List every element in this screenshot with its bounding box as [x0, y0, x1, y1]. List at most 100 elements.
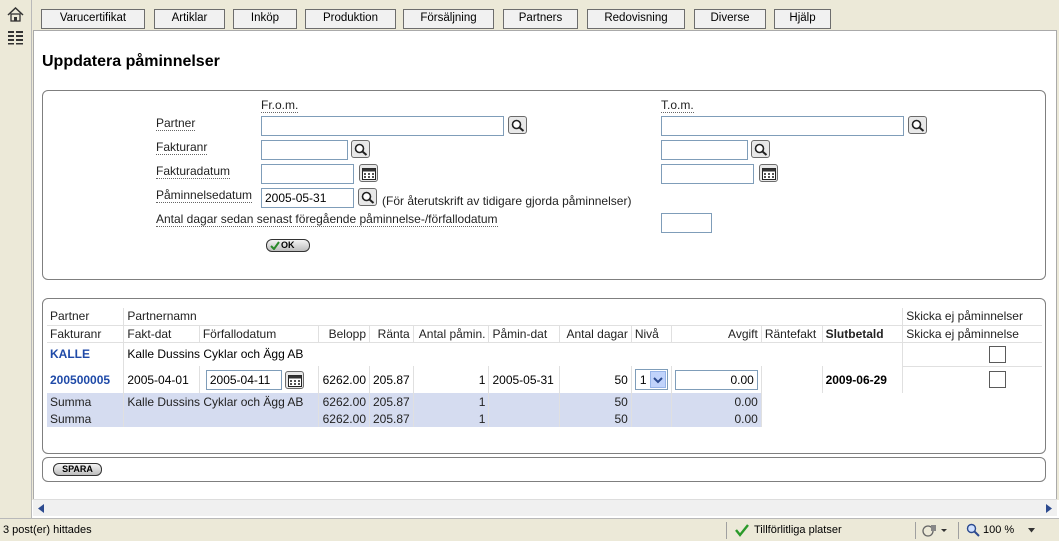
sum-label: Summa — [47, 393, 124, 410]
tab-redovisning[interactable]: Redovisning — [587, 9, 685, 29]
col-forfallodatum: Förfallodatum — [198, 325, 319, 343]
partner-to-input[interactable] — [661, 116, 904, 136]
menu-list-icon[interactable] — [7, 30, 24, 45]
antal-dagar-label: Antal dagar sedan senast föregående påmi… — [156, 212, 498, 227]
sum-ranta: 205.87 — [369, 393, 414, 410]
partner-to-search-button[interactable] — [908, 116, 927, 134]
fakturadatum-from-calendar-button[interactable] — [359, 164, 378, 182]
col-skicka-ej-paminnelse: Skicka ej påminnelse — [902, 325, 1042, 343]
chevron-down-icon — [649, 371, 666, 388]
sum-row-total: Summa 6262.00 205.87 1 50 0.00 — [47, 410, 1042, 427]
partner-from-search-button[interactable] — [508, 116, 527, 134]
partner-label: Partner — [156, 116, 196, 131]
sum-partner-name: Kalle Dussins Cyklar och Ägg AB — [123, 393, 319, 410]
sum-antal-dagar: 50 — [559, 393, 632, 410]
forfallodatum-calendar-button[interactable] — [285, 370, 305, 389]
fakturanr-to-input[interactable] — [661, 140, 748, 160]
tab-inkop[interactable]: Inköp — [233, 9, 297, 29]
total-belopp: 6262.00 — [318, 410, 370, 427]
fakturadatum-to-calendar-button[interactable] — [759, 164, 778, 182]
col-partner: Partner — [47, 308, 124, 326]
fakturanr-link[interactable]: 200500005 — [47, 366, 124, 393]
antal-pamin-cell: 1 — [412, 366, 489, 393]
tab-produktion[interactable]: Produktion — [305, 9, 396, 29]
paminnelsedatum-input[interactable] — [261, 188, 354, 208]
belopp-cell: 6262.00 — [318, 366, 370, 393]
col-niva: Nivå — [630, 325, 672, 343]
protected-mode-icon[interactable] — [922, 523, 948, 537]
search-icon — [911, 119, 925, 132]
scroll-left-icon[interactable] — [37, 504, 45, 513]
niva-value: 1 — [639, 373, 647, 387]
avgift-input[interactable] — [674, 369, 758, 390]
scroll-right-icon[interactable] — [1045, 504, 1053, 513]
skicka-ej-invoice-checkbox[interactable] — [989, 371, 1007, 389]
antal-dagar-input[interactable] — [661, 213, 712, 233]
tab-diverse[interactable]: Diverse — [694, 9, 766, 29]
col-antal-dagar: Antal dagar — [559, 325, 632, 343]
faktdat-cell: 2005-04-01 — [123, 366, 200, 393]
col-skicka-ej-paminnelser: Skicka ej påminnelser — [902, 308, 1042, 326]
partner-name: Kalle Dussins Cyklar och Ägg AB — [123, 342, 903, 366]
status-text: 3 post(er) hittades — [3, 524, 92, 536]
save-panel — [42, 457, 1046, 482]
calendar-icon — [288, 374, 303, 387]
paminnelsedatum-search-button[interactable] — [358, 188, 377, 206]
spara-button[interactable]: SPARA — [53, 463, 102, 476]
from-label: Fr.o.m. — [261, 98, 299, 113]
tab-hjalp[interactable]: Hjälp — [774, 9, 831, 29]
ok-button-label: OK — [281, 240, 295, 250]
ok-button[interactable]: OK — [266, 239, 310, 252]
trusted-check-icon — [735, 524, 749, 537]
col-belopp: Belopp — [318, 325, 370, 343]
fakturanr-from-input[interactable] — [261, 140, 348, 160]
col-antal-pamin: Antal påmin. — [412, 325, 489, 343]
partner-row: KALLE Kalle Dussins Cyklar och Ägg AB — [47, 342, 1042, 367]
tab-forsaljning[interactable]: Försäljning — [403, 9, 494, 29]
total-label: Summa — [47, 410, 124, 427]
horizontal-scrollbar[interactable] — [33, 499, 1057, 516]
rantefakt-cell — [760, 366, 823, 393]
skicka-ej-partner-checkbox[interactable] — [989, 345, 1007, 363]
status-bar: 3 post(er) hittades Tillförlitliga plats… — [0, 518, 1059, 541]
col-pamin-dat: Påmin-dat — [488, 325, 560, 343]
tab-varucertifikat[interactable]: Varucertifikat — [41, 9, 145, 29]
col-slutbetald: Slutbetald — [821, 325, 903, 343]
paminnelsedatum-note: (För återutskrift av tidigare gjorda påm… — [382, 194, 632, 208]
search-icon — [354, 143, 368, 156]
tab-artiklar[interactable]: Artiklar — [154, 9, 225, 29]
col-fakturanr: Fakturanr — [47, 325, 124, 343]
fakturanr-to-search-button[interactable] — [751, 140, 770, 158]
zoom-icon[interactable] — [966, 523, 980, 537]
niva-select[interactable]: 1 — [634, 369, 668, 390]
invoice-row: 200500005 2005-04-01 6262.00 205.87 1 20… — [47, 366, 1042, 393]
forfallodatum-input[interactable] — [205, 369, 282, 390]
search-icon — [511, 119, 525, 132]
total-avgift: 0.00 — [670, 410, 762, 427]
total-antal-dagar: 50 — [559, 410, 632, 427]
fakturadatum-from-input[interactable] — [261, 164, 354, 184]
total-ranta: 205.87 — [369, 410, 414, 427]
calendar-icon — [762, 168, 776, 180]
antal-dagar-cell: 50 — [559, 366, 632, 393]
col-rantefakt: Räntefakt — [760, 325, 823, 343]
pamin-dat-cell: 2005-05-31 — [488, 366, 560, 393]
reminders-table: Partner Partnernamn Skicka ej påminnelse… — [47, 308, 1042, 427]
search-icon — [361, 191, 375, 204]
total-antal-pamin: 1 — [412, 410, 489, 427]
zoom-dropdown-icon[interactable] — [1028, 528, 1035, 533]
home-icon[interactable] — [7, 6, 24, 22]
table-header-row-2: Fakturanr Fakt-dat Förfallodatum Belopp … — [47, 325, 1042, 343]
search-icon — [754, 143, 768, 156]
ranta-cell: 205.87 — [369, 366, 414, 393]
partner-link[interactable]: KALLE — [47, 342, 124, 366]
left-toolbar — [0, 0, 32, 518]
tab-partners[interactable]: Partners — [503, 9, 578, 29]
zoom-level[interactable]: 100 % — [983, 524, 1014, 536]
col-ranta: Ränta — [369, 325, 414, 343]
total-name — [123, 410, 319, 427]
partner-from-input[interactable] — [261, 116, 504, 136]
fakturanr-from-search-button[interactable] — [351, 140, 370, 158]
fakturadatum-to-input[interactable] — [661, 164, 754, 184]
col-partnernamn: Partnernamn — [123, 308, 903, 326]
